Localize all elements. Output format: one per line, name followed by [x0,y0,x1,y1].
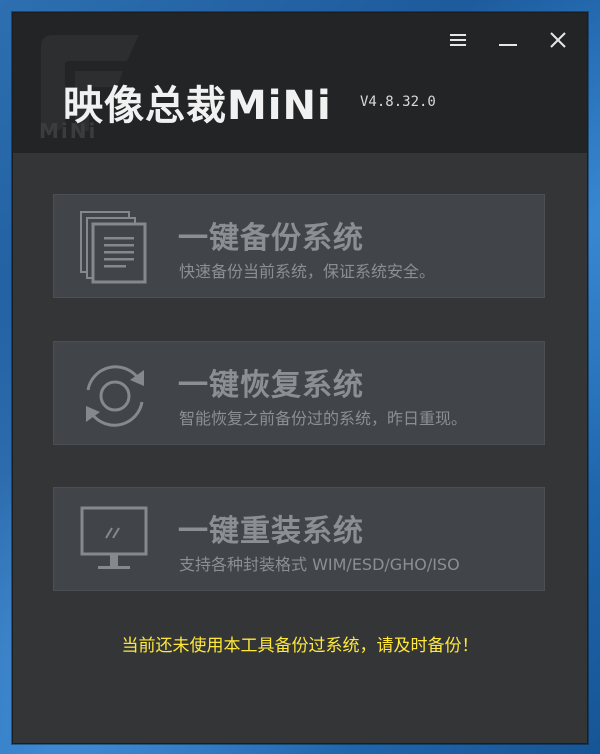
document-stack-icon [80,211,147,284]
backup-warning-status: 当前还未使用本工具备份过系统，请及时备份！ [121,636,479,656]
close-button[interactable] [543,27,573,53]
app-version: V4.8.32.0 [360,94,436,110]
restore-system-description: 智能恢复之前备份过的系统，昨日重现。 [179,409,468,428]
backup-system-description: 快速备份当前系统，保证系统安全。 [179,262,436,281]
reinstall-system-card[interactable]: 一键重装系统 支持各种封装格式 WIM/ESD/GHO/ISO [53,487,545,591]
hamburger-menu-icon [450,34,466,46]
window-header[interactable]: MiNi 映像总裁MiNi V4.8.32.0 [13,13,587,153]
app-title: 映像总裁MiNi [63,83,332,129]
backup-system-title: 一键备份系统 [178,221,364,256]
menu-button[interactable] [443,27,473,53]
monitor-icon [80,506,148,569]
app-window: MiNi 映像总裁MiNi V4.8.32.0 一键备份系统 快速备份当前系统，… [12,12,588,744]
reinstall-system-description: 支持各种封装格式 WIM/ESD/GHO/ISO [179,555,460,574]
backup-system-card[interactable]: 一键备份系统 快速备份当前系统，保证系统安全。 [53,194,545,298]
minimize-button[interactable] [493,27,523,53]
restore-system-title: 一键恢复系统 [178,368,364,403]
minimize-icon [499,44,517,46]
close-icon [550,32,566,48]
restore-system-card[interactable]: 一键恢复系统 智能恢复之前备份过的系统，昨日重现。 [53,341,545,445]
circular-arrows-icon [86,365,144,427]
window-controls [443,27,573,53]
reinstall-system-title: 一键重装系统 [178,514,364,549]
